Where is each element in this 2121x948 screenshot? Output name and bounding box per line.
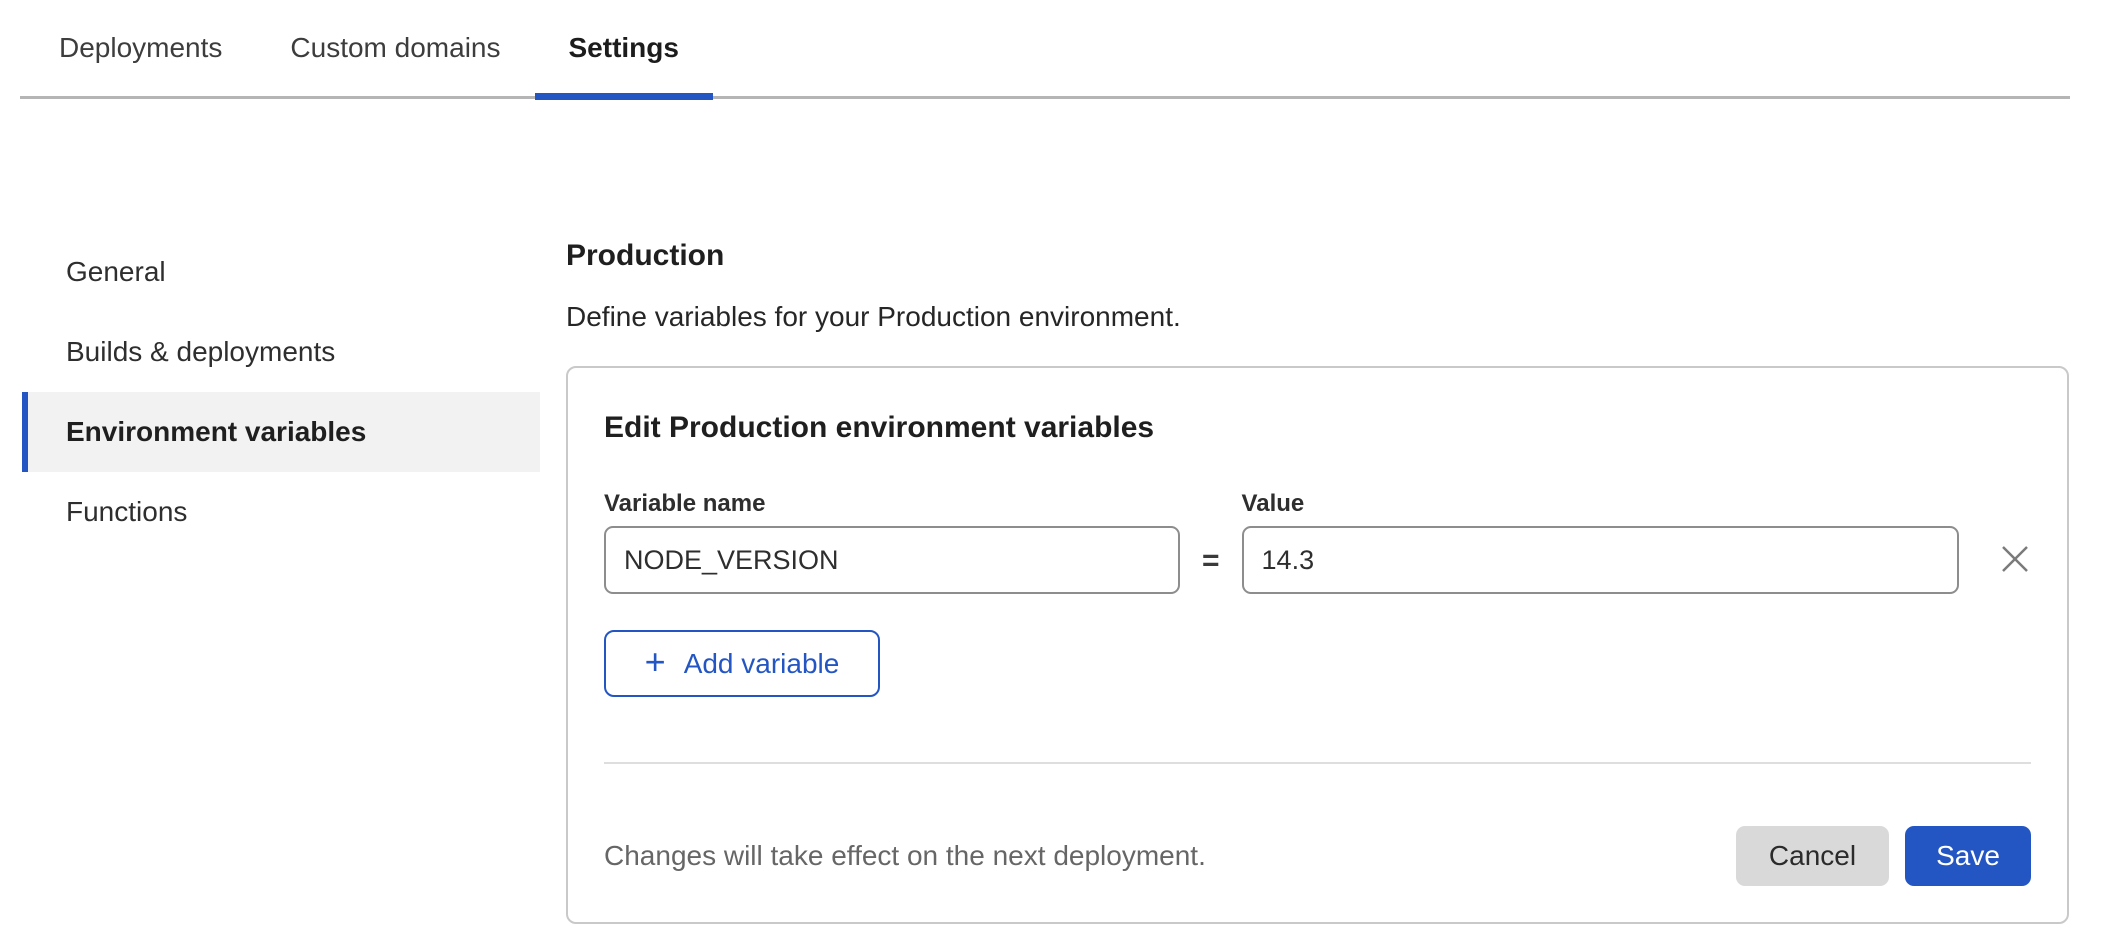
page-tabs: Deployments Custom domains Settings bbox=[20, 0, 2070, 99]
tab-custom-domains[interactable]: Custom domains bbox=[256, 0, 534, 96]
variable-name-input[interactable] bbox=[604, 526, 1180, 594]
sidebar-item-functions[interactable]: Functions bbox=[22, 472, 540, 552]
cancel-button[interactable]: Cancel bbox=[1736, 826, 1889, 886]
sidebar-item-environment-variables[interactable]: Environment variables bbox=[22, 392, 540, 472]
variable-value-input[interactable] bbox=[1242, 526, 1959, 594]
environment-variables-card: Edit Production environment variables Va… bbox=[566, 366, 2069, 924]
sidebar-item-builds-deployments[interactable]: Builds & deployments bbox=[22, 312, 540, 392]
card-title: Edit Production environment variables bbox=[604, 410, 2031, 446]
plus-icon: + bbox=[645, 644, 666, 680]
sidebar-item-general[interactable]: General bbox=[22, 232, 540, 312]
main-content: Production Define variables for your Pro… bbox=[566, 232, 2069, 924]
add-variable-button[interactable]: + Add variable bbox=[604, 630, 880, 697]
variable-name-field-group: Variable name bbox=[604, 490, 1180, 594]
section-title: Production bbox=[566, 238, 2069, 274]
tab-settings[interactable]: Settings bbox=[535, 0, 713, 96]
remove-variable-button[interactable] bbox=[1999, 543, 2031, 575]
equals-sign: = bbox=[1202, 546, 1220, 576]
card-footer: Changes will take effect on the next dep… bbox=[604, 826, 2031, 886]
card-divider bbox=[604, 762, 2031, 764]
footer-actions: Cancel Save bbox=[1736, 826, 2031, 886]
add-variable-label: Add variable bbox=[684, 648, 840, 680]
settings-sidebar: General Builds & deployments Environment… bbox=[22, 232, 540, 552]
save-button[interactable]: Save bbox=[1905, 826, 2031, 886]
tab-deployments[interactable]: Deployments bbox=[25, 0, 256, 96]
variable-name-label: Variable name bbox=[604, 490, 1180, 518]
section-description: Define variables for your Production env… bbox=[566, 300, 2069, 334]
footer-note: Changes will take effect on the next dep… bbox=[604, 840, 1206, 872]
value-label: Value bbox=[1242, 490, 1959, 518]
value-field-group: Value bbox=[1242, 490, 1959, 594]
variable-row: Variable name = Value bbox=[604, 490, 2031, 594]
close-icon bbox=[2000, 544, 2030, 574]
